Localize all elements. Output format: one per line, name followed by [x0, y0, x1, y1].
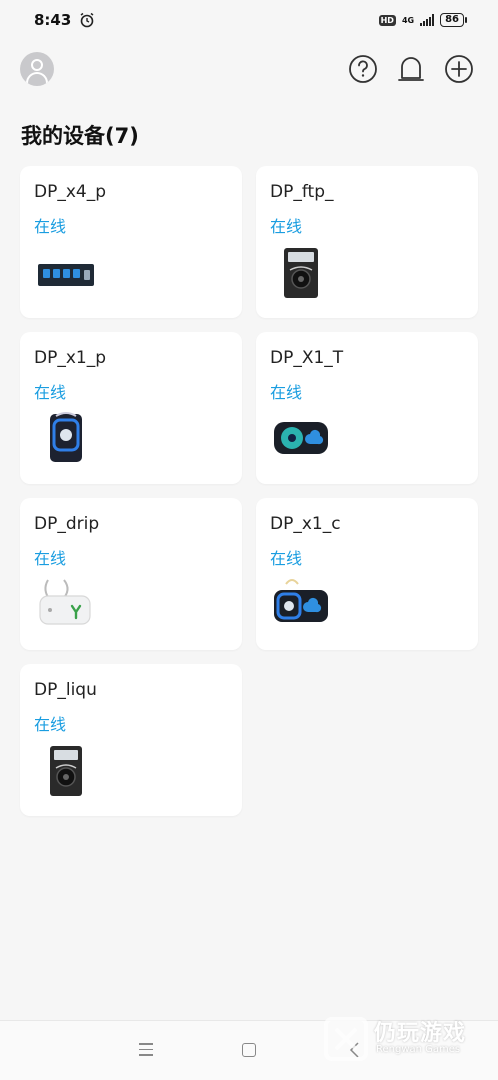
device-name: DP_ftp_ [270, 182, 334, 202]
device-status: 在线 [34, 217, 67, 236]
device-status: 在线 [270, 383, 303, 402]
status-bar: 8:43 HD 4G 86 [0, 0, 498, 40]
device-status: 在线 [270, 549, 303, 568]
device-name: DP_liqu [34, 680, 97, 700]
device-name: DP_x1_p [34, 348, 107, 368]
drip-pump-image [39, 579, 91, 625]
menu-icon[interactable] [139, 1043, 153, 1060]
x1c-pump-image [274, 579, 328, 622]
device-grid: DP_x4_p 在线 DP_ftp_ 在线 DP_x1_p 在线 DP_X1_T… [20, 166, 478, 816]
device-status: 在线 [34, 549, 67, 568]
avatar[interactable] [20, 52, 54, 86]
ftp-pump-image [284, 248, 318, 298]
device-status: 在线 [270, 217, 303, 236]
liqu-pump-image [50, 746, 82, 796]
help-icon[interactable] [348, 54, 378, 84]
device-card[interactable]: DP_X1_T 在线 [256, 332, 478, 484]
device-name: DP_x4_p [34, 182, 107, 202]
signal-icon [420, 14, 435, 26]
x1t-pump-image [274, 422, 328, 454]
device-card[interactable]: DP_liqu 在线 [20, 664, 242, 816]
x1p-pump-image [50, 412, 82, 462]
device-name: DP_X1_T [270, 348, 344, 368]
watermark-title: 仍玩游戏 [374, 1021, 467, 1046]
watermark-subtitle: Rengwan Games [376, 1044, 461, 1055]
app-header [0, 48, 498, 92]
battery-indicator: 86 [440, 13, 467, 27]
page-title: 我的设备(7) [21, 124, 139, 148]
device-status: 在线 [34, 715, 67, 734]
device-card[interactable]: DP_ftp_ 在线 [256, 166, 478, 318]
hd-badge: HD [378, 14, 396, 26]
device-card[interactable]: DP_x4_p 在线 [20, 166, 242, 318]
device-card[interactable]: DP_drip 在线 [20, 498, 242, 650]
device-name: DP_drip [34, 514, 100, 534]
device-card[interactable]: DP_x1_p 在线 [20, 332, 242, 484]
device-card[interactable]: DP_x1_c 在线 [256, 498, 478, 650]
alarm-icon [80, 12, 94, 28]
x4-pump-image [38, 264, 94, 286]
add-device-icon[interactable] [444, 54, 474, 84]
device-status: 在线 [34, 383, 67, 402]
clock: 8:43 [34, 11, 72, 29]
device-name: DP_x1_c [270, 514, 341, 534]
bell-icon[interactable] [396, 54, 426, 84]
home-icon[interactable] [242, 1043, 256, 1057]
network-type: 4G [401, 15, 415, 25]
